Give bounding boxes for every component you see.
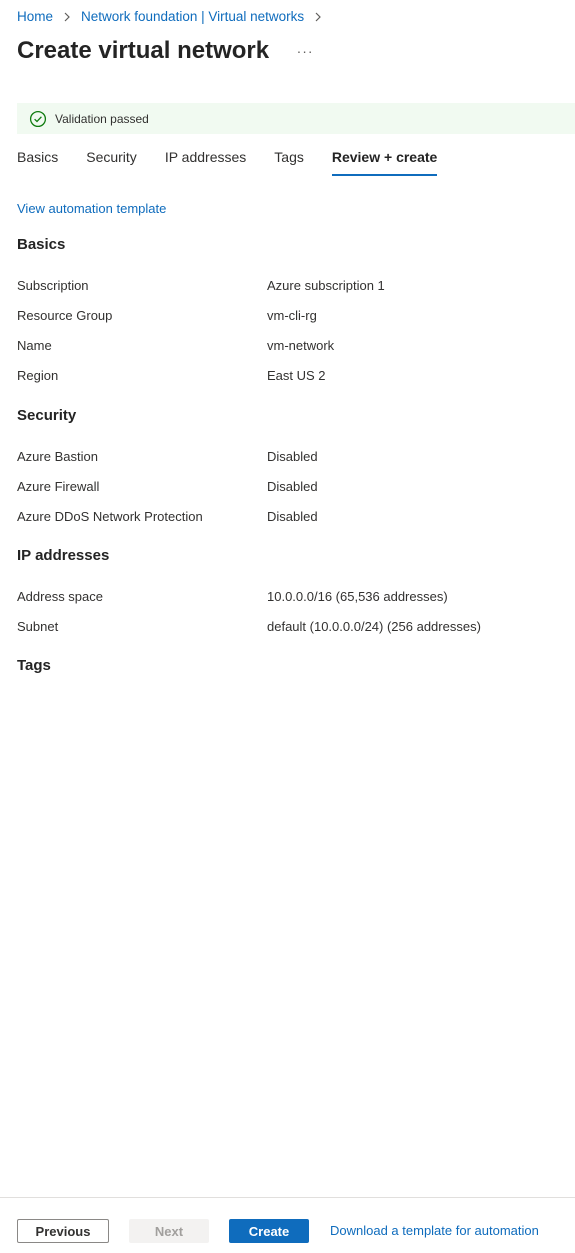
row-value: vm-cli-rg bbox=[267, 307, 317, 323]
summary-row: Azure Firewall Disabled bbox=[17, 471, 557, 501]
section-security: Security Azure Bastion Disabled Azure Fir… bbox=[17, 406, 557, 531]
tab-tags[interactable]: Tags bbox=[274, 147, 304, 176]
summary-row: Name vm-network bbox=[17, 330, 557, 360]
page-title: Create virtual network bbox=[17, 37, 270, 64]
tab-review-create[interactable]: Review + create bbox=[331, 147, 438, 176]
tab-basics[interactable]: Basics bbox=[17, 147, 58, 176]
row-label: Resource Group bbox=[17, 307, 113, 323]
row-label: Azure Bastion bbox=[17, 448, 98, 464]
check-circle-icon bbox=[29, 110, 47, 127]
breadcrumb-virtual-networks[interactable]: Network foundation | Virtual networks bbox=[81, 9, 304, 24]
section-tags: Tags bbox=[17, 656, 557, 676]
title-row: Create virtual network ··· bbox=[17, 36, 315, 66]
validation-banner: Validation passed bbox=[17, 103, 575, 134]
breadcrumb-home[interactable]: Home bbox=[17, 9, 53, 24]
row-label: Address space bbox=[17, 588, 103, 604]
row-label: Subnet bbox=[17, 618, 59, 634]
row-value: Disabled bbox=[267, 478, 318, 494]
summary-row: Subscription Azure subscription 1 bbox=[17, 270, 557, 300]
row-value: Disabled bbox=[267, 448, 318, 464]
previous-button[interactable]: Previous bbox=[17, 1219, 109, 1243]
next-button[interactable]: Next bbox=[129, 1219, 209, 1243]
download-template-link[interactable]: Download a template for automation bbox=[330, 1223, 539, 1238]
validation-text: Validation passed bbox=[55, 111, 149, 126]
row-value: Disabled bbox=[267, 508, 318, 524]
chevron-right-icon bbox=[315, 12, 321, 21]
section-title: Tags bbox=[17, 657, 51, 674]
tab-security[interactable]: Security bbox=[86, 147, 137, 176]
row-value: vm-network bbox=[267, 337, 335, 353]
summary-row: Address space 10.0.0.0/16 (65,536 address… bbox=[17, 581, 557, 611]
row-label: Azure DDoS Network Protection bbox=[17, 508, 203, 524]
section-ip-addresses: IP addresses Address space 10.0.0.0/16 (6… bbox=[17, 546, 557, 641]
row-value: default (10.0.0.0/24) (256 addresses) bbox=[267, 618, 481, 634]
footer-action-bar: Previous Next Create Download a template… bbox=[0, 1197, 575, 1253]
summary-row: Resource Group vm-cli-rg bbox=[17, 300, 557, 330]
section-title: IP addresses bbox=[17, 547, 110, 564]
row-value: 10.0.0.0/16 (65,536 addresses) bbox=[267, 588, 448, 604]
chevron-right-icon bbox=[64, 12, 70, 21]
section-title: Basics bbox=[17, 236, 66, 253]
row-label: Azure Firewall bbox=[17, 478, 100, 494]
summary-row: Azure Bastion Disabled bbox=[17, 441, 557, 471]
more-options-icon[interactable]: ··· bbox=[295, 41, 315, 61]
summary-row: Azure DDoS Network Protection Disabled bbox=[17, 501, 557, 531]
row-label: Region bbox=[17, 367, 59, 383]
section-basics: Basics Subscription Azure subscription 1 … bbox=[17, 235, 557, 390]
view-automation-template-link[interactable]: View automation template bbox=[17, 201, 166, 216]
summary-row: Subnet default (10.0.0.0/24) (256 address… bbox=[17, 611, 557, 641]
row-value: Azure subscription 1 bbox=[267, 277, 385, 293]
row-value: East US 2 bbox=[267, 367, 326, 383]
create-button[interactable]: Create bbox=[229, 1219, 309, 1243]
row-label: Name bbox=[17, 337, 52, 353]
row-label: Subscription bbox=[17, 277, 89, 293]
section-title: Security bbox=[17, 407, 77, 424]
summary-row: Region East US 2 bbox=[17, 360, 557, 390]
breadcrumb: Home Network foundation | Virtual networ… bbox=[17, 9, 332, 24]
tab-strip: Basics Security IP addresses Tags Review… bbox=[17, 147, 465, 176]
tab-ip-addresses[interactable]: IP addresses bbox=[165, 147, 246, 176]
